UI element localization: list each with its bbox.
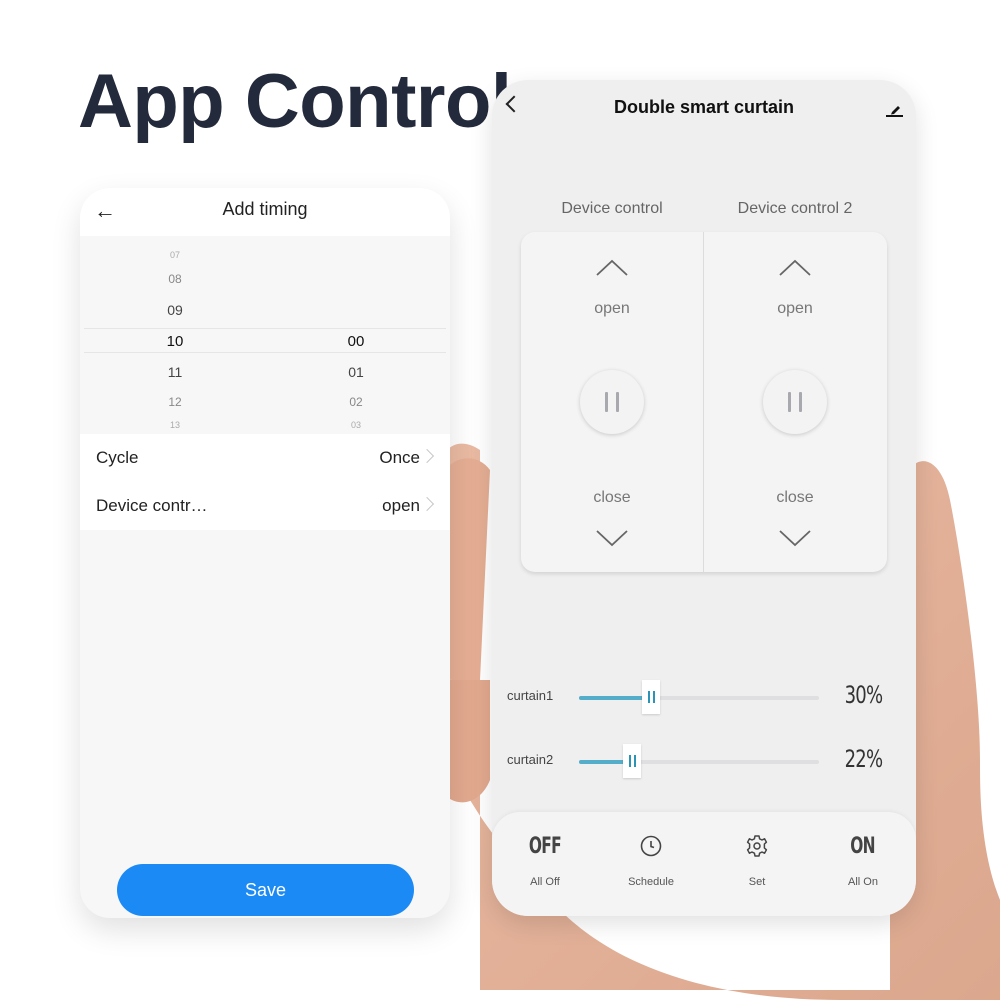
- schedule-label: Schedule: [628, 876, 674, 888]
- minute-option[interactable]: 01: [326, 364, 386, 380]
- pause-icon-bar: [799, 392, 802, 412]
- chevron-right-icon: [419, 448, 435, 464]
- close-button[interactable]: close: [521, 489, 703, 507]
- curtain2-slider[interactable]: [579, 744, 819, 778]
- pause-icon: [788, 392, 791, 412]
- device-control-row[interactable]: Device contr… open: [80, 482, 450, 530]
- open-button[interactable]: open: [521, 300, 703, 318]
- curtain1-slider-row: curtain1 30%: [492, 678, 916, 718]
- clock-icon: [640, 835, 662, 857]
- set-button[interactable]: Set: [704, 812, 810, 916]
- hour-option[interactable]: 13: [145, 420, 205, 430]
- save-button[interactable]: Save: [117, 864, 414, 916]
- hour-option[interactable]: 11: [145, 364, 205, 380]
- add-timing-header: ← Add timing: [80, 188, 450, 236]
- slider-fill: [579, 696, 651, 700]
- gear-icon-wrap: [704, 834, 810, 860]
- chevron-down-icon[interactable]: [596, 528, 628, 548]
- device-control-2: open close: [704, 232, 886, 572]
- curtain1-percent: 30%: [844, 681, 883, 709]
- bottom-action-bar: OFF All Off Schedule Set ON All On: [492, 812, 916, 916]
- pause-button[interactable]: [763, 370, 827, 434]
- gear-icon: [746, 835, 768, 857]
- all-off-button[interactable]: OFF All Off: [492, 812, 598, 916]
- curtain-control-panel: open close open close: [521, 232, 887, 572]
- curtain-control-screen: Double smart curtain Device control Devi…: [492, 80, 916, 916]
- add-timing-screen: ← Add timing 07 08 09 10 11 12 13 00 01 …: [80, 188, 450, 918]
- minute-option[interactable]: 03: [326, 420, 386, 430]
- hour-option-selected[interactable]: 10: [145, 333, 205, 350]
- clock-icon-wrap: [598, 834, 704, 860]
- device-control-value: open: [382, 496, 420, 515]
- minute-option[interactable]: 02: [326, 395, 386, 409]
- time-picker[interactable]: 07 08 09 10 11 12 13 00 01 02 03: [80, 236, 450, 434]
- chevron-up-icon[interactable]: [596, 258, 628, 278]
- cycle-label: Cycle: [96, 448, 139, 467]
- headline-title: App Control: [78, 59, 512, 144]
- curtain2-label: curtain2: [507, 752, 554, 767]
- device-title: Double smart curtain: [613, 97, 795, 117]
- all-on-button[interactable]: ON All On: [810, 812, 916, 916]
- device-control-2-title: Device control 2: [737, 200, 853, 217]
- curtain2-percent: 22%: [844, 745, 883, 773]
- curtain1-slider[interactable]: [579, 680, 819, 714]
- chevron-up-icon[interactable]: [779, 258, 811, 278]
- cycle-value: Once: [379, 448, 420, 467]
- thumb-grip: [633, 755, 636, 767]
- thumb-grip: [653, 691, 655, 703]
- thumb-grip: [628, 755, 631, 767]
- cycle-row[interactable]: Cycle Once: [80, 434, 450, 482]
- off-icon-text: OFF: [528, 834, 562, 859]
- slider-thumb[interactable]: [642, 680, 660, 714]
- hour-option[interactable]: 09: [145, 302, 205, 318]
- set-label: Set: [748, 876, 766, 888]
- thumb-grip: [648, 691, 650, 703]
- device-control-label: Device contr…: [96, 496, 208, 515]
- chevron-down-icon[interactable]: [779, 528, 811, 548]
- pencil-icon[interactable]: [884, 100, 904, 118]
- curtain2-slider-row: curtain2 22%: [492, 742, 916, 782]
- hour-option[interactable]: 12: [145, 395, 205, 409]
- device-control-1-title: Device control: [561, 200, 663, 217]
- all-off-label: All Off: [530, 876, 560, 888]
- minute-option-selected[interactable]: 00: [326, 333, 386, 350]
- on-icon-text: ON: [850, 834, 876, 859]
- all-on-label: All On: [848, 876, 878, 888]
- chevron-right-icon: [419, 496, 435, 512]
- hour-option[interactable]: 08: [145, 272, 205, 286]
- pause-icon: [605, 392, 608, 412]
- add-timing-title: Add timing: [222, 199, 308, 219]
- device-control-1: open close: [521, 232, 703, 572]
- schedule-button[interactable]: Schedule: [598, 812, 704, 916]
- hour-option[interactable]: 07: [145, 250, 205, 260]
- picker-selection-band: [84, 328, 446, 353]
- pause-icon-bar: [616, 392, 619, 412]
- pause-button[interactable]: [580, 370, 644, 434]
- slider-thumb[interactable]: [622, 744, 641, 778]
- close-button[interactable]: close: [704, 489, 886, 507]
- open-button[interactable]: open: [704, 300, 886, 318]
- settings-list: Cycle Once Device contr… open: [80, 434, 450, 530]
- curtain1-label: curtain1: [507, 688, 554, 703]
- off-text-icon: OFF: [492, 834, 598, 860]
- on-text-icon: ON: [810, 834, 916, 860]
